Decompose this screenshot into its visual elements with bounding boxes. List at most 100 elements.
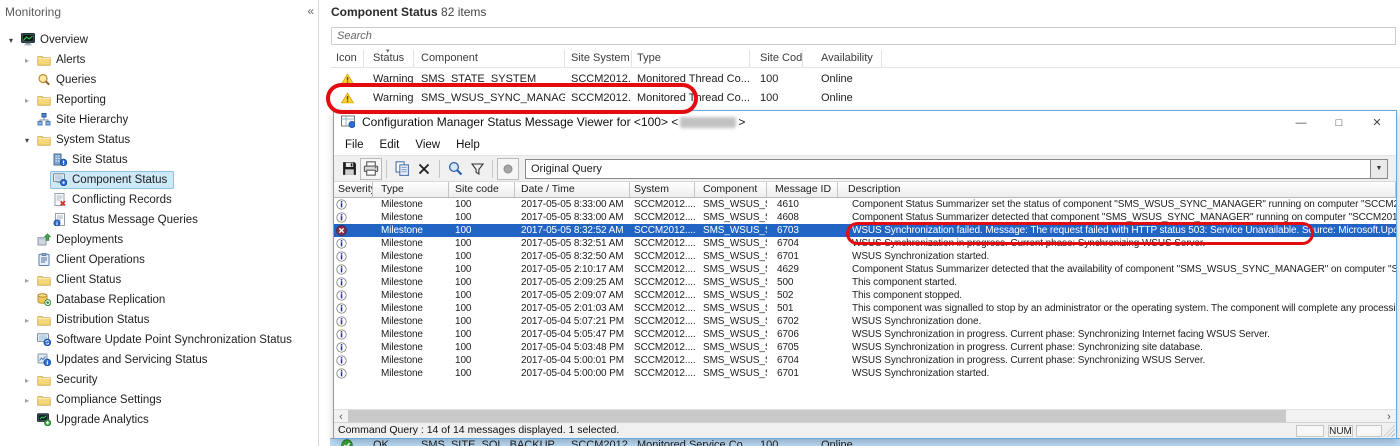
- cell-description: WSUS Synchronization in progress. Curren…: [852, 238, 1206, 249]
- collapse-pane-icon[interactable]: «: [307, 4, 314, 18]
- sidebar-item-site-hierarchy[interactable]: Site Hierarchy: [0, 110, 317, 130]
- message-row[interactable]: Milestone 100 2017-05-04 5:05:47 PM SCCM201…: [334, 328, 1396, 341]
- cell-system: SCCM2012....: [634, 355, 695, 366]
- collapsed-expander-icon[interactable]: ▸: [20, 56, 34, 65]
- component-row-sms-site-sql-backup[interactable]: OK SMS_SITE_SQL_BACKUP SCCM2012... Monitore…: [330, 438, 1400, 446]
- message-row[interactable]: Milestone 100 2017-05-05 2:09:25 AM SCCM201…: [334, 276, 1396, 289]
- sidebar-item-security[interactable]: ▸ Security: [0, 370, 317, 390]
- close-button[interactable]: ✕: [1358, 111, 1396, 134]
- message-row[interactable]: Milestone 100 2017-05-04 5:00:01 PM SCCM201…: [334, 354, 1396, 367]
- message-table-header: Severity Type Site code Date / Time System Co…: [334, 182, 1396, 198]
- save-button[interactable]: [338, 158, 360, 180]
- column-header-site-system[interactable]: Site System: [565, 50, 632, 67]
- collapsed-expander-icon[interactable]: ▸: [20, 316, 34, 325]
- column-header-component[interactable]: Component: [695, 182, 767, 197]
- menu-view[interactable]: View: [407, 137, 448, 153]
- viewer-statusbar: Command Query : 14 of 14 messages displa…: [334, 422, 1396, 438]
- delete-button[interactable]: [413, 158, 435, 180]
- sidebar-item-deployments[interactable]: Deployments: [0, 230, 317, 250]
- sidebar-item-label: Site Status: [72, 153, 128, 166]
- sidebar-item-entry: Reporting: [34, 92, 113, 109]
- sidebar-item-alerts[interactable]: ▸ Alerts: [0, 50, 317, 70]
- viewer-titlebar[interactable]: Configuration Manager Status Message Vie…: [334, 111, 1396, 134]
- collapsed-expander-icon[interactable]: ▸: [20, 396, 34, 405]
- sidebar-item-database-replication[interactable]: Database Replication: [0, 290, 317, 310]
- query-combobox[interactable]: Original Query ▼: [525, 158, 1388, 179]
- column-header-date-time[interactable]: Date / Time: [515, 182, 630, 197]
- sidebar-item-overview[interactable]: ▾ Overview: [0, 30, 317, 50]
- maximize-button[interactable]: □: [1320, 111, 1358, 134]
- sidebar-item-compliance-settings[interactable]: ▸ Compliance Settings: [0, 390, 317, 410]
- column-header-type[interactable]: Type: [632, 50, 750, 67]
- cell-system: SCCM2012....: [634, 225, 695, 236]
- sidebar-item-site-status[interactable]: Site Status: [0, 150, 317, 170]
- site-hierarchy-icon: [37, 113, 51, 126]
- message-row[interactable]: Milestone 100 2017-05-04 5:00:00 PM SCCM201…: [334, 367, 1396, 380]
- column-header-component[interactable]: Component: [414, 50, 565, 67]
- sidebar-item-system-status[interactable]: ▾ System Status: [0, 130, 317, 150]
- expanded-expander-icon[interactable]: ▾: [4, 36, 18, 45]
- column-header-site-code[interactable]: Site Code: [750, 50, 803, 67]
- message-row[interactable]: Milestone 100 2017-05-05 8:32:50 AM SCCM201…: [334, 250, 1396, 263]
- cell-system: SCCM2012....: [634, 316, 695, 327]
- cell-component: SMS_WSUS_S...: [703, 225, 767, 236]
- stop-button[interactable]: [497, 157, 519, 180]
- expanded-expander-icon[interactable]: ▾: [20, 136, 34, 145]
- message-row[interactable]: Milestone 100 2017-05-05 8:33:00 AM SCCM201…: [334, 211, 1396, 224]
- collapsed-expander-icon[interactable]: ▸: [20, 276, 34, 285]
- sidebar-item-reporting[interactable]: ▸ Reporting: [0, 90, 317, 110]
- column-header-type[interactable]: Type: [373, 182, 449, 197]
- search-input[interactable]: [331, 27, 1396, 45]
- sidebar-item-status-message-queries[interactable]: Status Message Queries: [0, 210, 317, 230]
- filter-button[interactable]: [466, 158, 488, 180]
- column-header-availability[interactable]: Availability: [803, 50, 882, 67]
- message-row-selected[interactable]: Milestone 100 2017-05-05 8:32:52 AM SCCM201…: [334, 224, 1396, 237]
- sidebar-item-software-update-point-synchronization-status[interactable]: Software Update Point Synchronization St…: [0, 330, 317, 350]
- print-button[interactable]: [360, 157, 382, 180]
- sidebar-item-label: Distribution Status: [56, 313, 150, 326]
- conflicting-records-icon: [53, 193, 67, 206]
- horizontal-scrollbar[interactable]: ‹ ›: [334, 409, 1396, 423]
- sidebar-item-component-status[interactable]: Component Status: [0, 170, 317, 190]
- cell-datetime: 2017-05-05 2:09:25 AM: [521, 277, 624, 288]
- message-row[interactable]: Milestone 100 2017-05-05 2:09:07 AM SCCM201…: [334, 289, 1396, 302]
- cell-type: Milestone: [381, 277, 423, 288]
- detail-button[interactable]: [444, 158, 466, 180]
- component-row-sms-wsus-sync-manager[interactable]: Warning SMS_WSUS_SYNC_MANAGER SCCM2012... M…: [330, 88, 1400, 107]
- message-row[interactable]: Milestone 100 2017-05-05 8:33:00 AM SCCM201…: [334, 198, 1396, 211]
- column-header-severity[interactable]: Severity: [334, 182, 373, 197]
- menu-edit[interactable]: Edit: [372, 137, 408, 153]
- sidebar-item-queries[interactable]: Queries: [0, 70, 317, 90]
- cell-system: SCCM2012....: [634, 238, 695, 249]
- resize-grip[interactable]: [1383, 425, 1395, 437]
- viewer-toolbar: Original Query ▼: [334, 155, 1396, 182]
- message-row[interactable]: Milestone 100 2017-05-05 2:10:17 AM SCCM201…: [334, 263, 1396, 276]
- collapsed-expander-icon[interactable]: ▸: [20, 376, 34, 385]
- page-title: Component Status 82 items: [331, 5, 486, 19]
- component-row-sms-state-system[interactable]: Warning SMS_STATE_SYSTEM SCCM2012... Monito…: [330, 69, 1400, 88]
- menu-help[interactable]: Help: [448, 137, 488, 153]
- sidebar-item-upgrade-analytics[interactable]: Upgrade Analytics: [0, 410, 317, 430]
- column-header-icon[interactable]: Icon: [330, 50, 364, 67]
- copy-button[interactable]: [391, 158, 413, 180]
- minimize-button[interactable]: —: [1282, 111, 1320, 134]
- sidebar-item-distribution-status[interactable]: ▸ Distribution Status: [0, 310, 317, 330]
- site-status-icon: [53, 153, 67, 166]
- sidebar-item-updates-and-servicing-status[interactable]: Updates and Servicing Status: [0, 350, 317, 370]
- message-row[interactable]: Milestone 100 2017-05-04 5:07:21 PM SCCM201…: [334, 315, 1396, 328]
- column-header-site-code[interactable]: Site code: [449, 182, 515, 197]
- message-row[interactable]: Milestone 100 2017-05-04 5:03:48 PM SCCM201…: [334, 341, 1396, 354]
- sidebar-item-conflicting-records[interactable]: Conflicting Records: [0, 190, 317, 210]
- menu-file[interactable]: File: [337, 137, 372, 153]
- column-header-message-id[interactable]: Message ID: [767, 182, 838, 197]
- message-row[interactable]: Milestone 100 2017-05-05 2:01:03 AM SCCM201…: [334, 302, 1396, 315]
- collapsed-expander-icon[interactable]: ▸: [20, 96, 34, 105]
- sidebar-item-client-operations[interactable]: Client Operations: [0, 250, 317, 270]
- column-header-system[interactable]: System: [630, 182, 695, 197]
- nav-pane-title: Monitoring: [5, 5, 62, 19]
- column-header-description[interactable]: Description: [838, 182, 1396, 197]
- column-header-spacer: [882, 50, 1400, 67]
- chevron-down-icon[interactable]: ▼: [1370, 159, 1387, 178]
- sidebar-item-client-status[interactable]: ▸ Client Status: [0, 270, 317, 290]
- message-row[interactable]: Milestone 100 2017-05-05 8:32:51 AM SCCM201…: [334, 237, 1396, 250]
